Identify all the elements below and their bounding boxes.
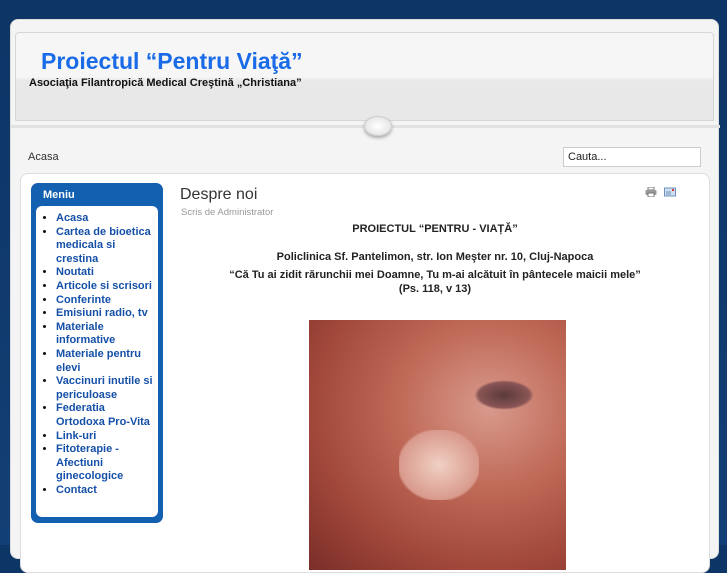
breadcrumb[interactable]: Acasa [28, 151, 59, 163]
menu-item[interactable]: Contact [56, 484, 154, 498]
search-input[interactable] [563, 147, 701, 167]
article-quote: “Că Tu ai zidit rărunchii mei Doamne, Tu… [229, 269, 641, 281]
email-icon[interactable] [664, 187, 676, 197]
content-area: Meniu Acasa Cartea de bioetica medicala … [20, 173, 710, 573]
menu-item[interactable]: Cartea de bioetica medicala si crestina [56, 226, 154, 267]
menu-item[interactable]: Fitoterapie - Afectiuni ginecologice [56, 443, 154, 484]
article-reference: (Ps. 118, v 13) [398, 283, 472, 295]
article-address: Policlinica Sf. Pantelimon, str. Ion Meş… [276, 251, 594, 263]
menu-item[interactable]: Emisiuni radio, tv [56, 307, 154, 321]
menu-item[interactable]: Federatia Ortodoxa Pro-Vita [56, 402, 154, 429]
article-photo [309, 320, 566, 570]
menu-list: Acasa Cartea de bioetica medicala si cre… [36, 206, 158, 517]
print-icon[interactable] [645, 187, 657, 197]
menu-title: Meniu [43, 189, 75, 201]
page-container: Proiectul “Pentru Viaţă” Asociaţia Filan… [10, 19, 720, 573]
toggle-knob[interactable] [364, 116, 392, 136]
article-heading: PROIECTUL “PENTRU - VIAȚĂ” [352, 223, 518, 235]
site-title[interactable]: Proiectul “Pentru Viaţă” [41, 48, 303, 75]
menu-item[interactable]: Link-uri [56, 430, 154, 444]
menu-item[interactable]: Acasa [56, 212, 154, 226]
menu-item[interactable]: Articole si scrisori [56, 280, 154, 294]
site-header: Proiectul “Pentru Viaţă” Asociaţia Filan… [15, 32, 714, 121]
menu-item[interactable]: Materiale informative [56, 321, 154, 348]
menu-item[interactable]: Noutati [56, 266, 154, 280]
menu-item[interactable]: Materiale pentru elevi [56, 348, 154, 375]
site-subtitle: Asociaţia Filantropică Medical Creştină … [29, 77, 302, 89]
photo-detail [474, 380, 534, 410]
article-title: Despre noi [180, 186, 258, 203]
menu-item[interactable]: Vaccinuri inutile si periculoase [56, 375, 154, 402]
sidebar-menu: Meniu Acasa Cartea de bioetica medicala … [31, 183, 163, 523]
article-author: Scris de Administrator [181, 207, 274, 218]
photo-detail [399, 430, 479, 500]
menu-item[interactable]: Conferinte [56, 294, 154, 308]
